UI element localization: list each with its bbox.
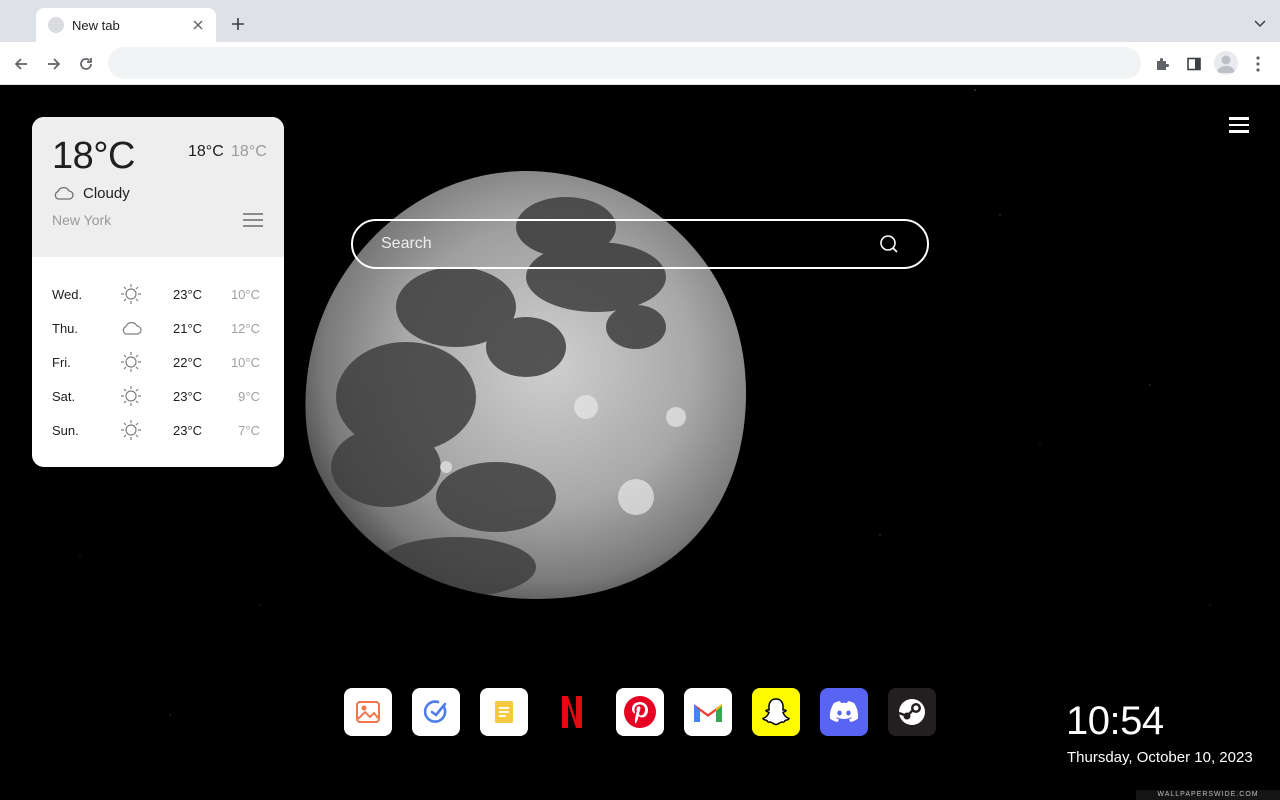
photos-icon [356,701,380,723]
forecast-high: 22°C [173,355,203,370]
gmail-app-button[interactable] [684,688,732,736]
forecast-list: Wed. 23°C 10°C Thu. 21°C 12°C Fri. 22°C … [32,277,284,447]
cloud-icon [122,322,142,335]
task-app-button[interactable] [412,688,460,736]
forecast-row: Sat. 23°C 9°C [32,379,284,413]
address-bar-input[interactable] [108,47,1141,79]
weather-condition: Cloudy [83,185,130,202]
sun-icon [121,352,141,372]
snapchat-app-button[interactable] [752,688,800,736]
profile-avatar-icon[interactable] [1214,51,1238,75]
netflix-icon [562,696,582,728]
weather-city: New York [52,212,112,228]
forecast-low: 7°C [238,423,260,438]
search-input[interactable] [381,231,861,257]
new-tab-page: 18°C 18°C 18°C Cloudy New York Wed. 23°C… [0,85,1280,800]
forecast-low: 12°C [230,321,260,336]
today-low: 18°C [231,143,267,160]
notes-app-button[interactable] [480,688,528,736]
discord-app-button[interactable] [820,688,868,736]
task-icon [423,700,447,723]
photos-app-button[interactable] [344,688,392,736]
gmail-icon [694,704,722,722]
netflix-app-button[interactable] [548,688,596,736]
weather-menu-icon[interactable] [243,213,263,229]
tab-favicon-icon [48,17,64,33]
browser-menu-kebab-icon[interactable] [1246,52,1270,76]
forward-arrow-icon[interactable] [42,52,66,76]
weather-current: 18°C 18°C 18°C Cloudy New York [32,117,284,257]
discord-icon [829,701,859,722]
app-dock [344,688,936,736]
side-panel-icon[interactable] [1182,52,1206,76]
tab-new-tab[interactable]: New tab [36,8,216,42]
sun-icon [121,284,141,304]
extensions-puzzle-icon[interactable] [1150,52,1174,76]
forecast-high: 21°C [173,321,203,336]
forecast-day: Wed. [52,287,83,302]
current-temperature: 18°C [52,135,135,177]
steam-app-button[interactable] [888,688,936,736]
browser-toolbar [0,42,1280,85]
back-arrow-icon[interactable] [9,52,33,76]
page-menu-hamburger-icon[interactable] [1229,117,1249,133]
sun-icon [121,420,141,440]
tab-strip: New tab [0,0,1280,42]
weather-widget[interactable]: 18°C 18°C 18°C Cloudy New York Wed. 23°C… [32,117,284,467]
today-high: 18°C [188,143,224,160]
clock-time: 10:54 [1066,699,1164,743]
forecast-row: Thu. 21°C 12°C [32,311,284,345]
search-box[interactable] [351,219,929,269]
notes-icon [495,701,513,723]
forecast-row: Sun. 23°C 7°C [32,413,284,447]
forecast-row: Fri. 22°C 10°C [32,345,284,379]
pinterest-icon [624,696,656,728]
cloud-icon [54,187,74,200]
forecast-row: Wed. 23°C 10°C [32,277,284,311]
tab-title: New tab [72,17,120,33]
sun-icon [121,386,141,406]
forecast-high: 23°C [173,287,203,302]
pinterest-app-button[interactable] [616,688,664,736]
forecast-low: 10°C [230,287,260,302]
forecast-high: 23°C [173,389,203,404]
snapchat-icon [762,698,790,726]
forecast-day: Sun. [52,423,79,438]
forecast-low: 10°C [230,355,260,370]
forecast-day: Fri. [52,355,71,370]
search-icon[interactable] [879,234,899,254]
forecast-high: 23°C [173,423,203,438]
wallpaper-watermark: WALLPAPERSWIDE.COM [1136,790,1280,800]
forecast-day: Thu. [52,321,79,336]
reload-icon[interactable] [74,52,98,76]
new-tab-plus-icon[interactable] [228,14,248,34]
close-tab-icon[interactable] [190,17,206,33]
clock-date: Thursday, October 10, 2023 [1067,749,1253,766]
tab-search-chevron-icon[interactable] [1252,16,1268,32]
forecast-day: Sat. [52,389,76,404]
steam-icon [898,699,925,725]
forecast-low: 9°C [238,389,260,404]
